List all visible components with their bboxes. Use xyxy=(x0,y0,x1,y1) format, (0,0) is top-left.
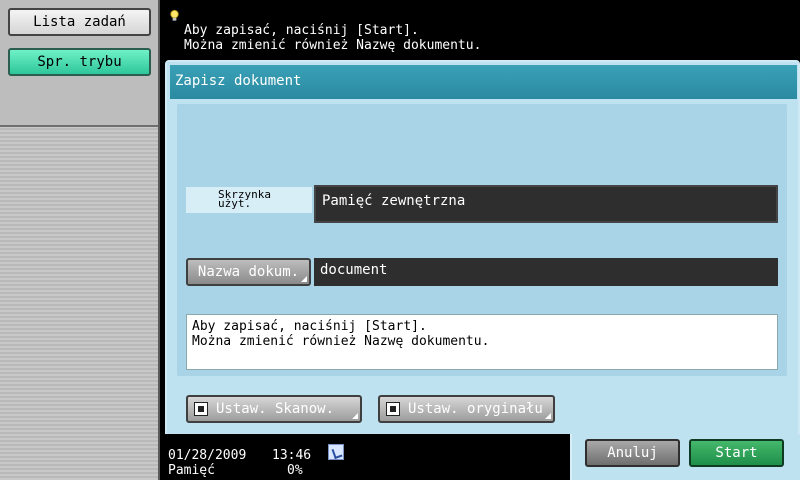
save-document-dialog: Zapisz dokument Skrzynka użyt. Pamięć ze… xyxy=(165,60,800,480)
left-top-panel: Lista zadań Spr. trybu xyxy=(0,0,158,127)
scan-settings-label: Ustaw. Skanow. xyxy=(216,401,335,417)
corner-indicator-icon xyxy=(301,276,307,282)
status-memory-value: 0% xyxy=(287,463,303,478)
user-box-value: Pamięć zewnętrzna xyxy=(314,185,778,223)
job-list-button[interactable]: Lista zadań xyxy=(8,8,151,36)
corner-indicator-icon xyxy=(352,413,358,419)
original-settings-button[interactable]: Ustaw. oryginału xyxy=(378,395,555,423)
top-message: Aby zapisać, naciśnij [Start]. Można zmi… xyxy=(168,8,788,68)
original-settings-icon xyxy=(386,402,400,416)
status-bar: 01/28/2009 13:46 Pamięć 0% xyxy=(160,434,570,480)
mode-check-button[interactable]: Spr. trybu xyxy=(8,48,151,76)
original-settings-label: Ustaw. oryginału xyxy=(408,401,543,417)
document-name-button-label: Nazwa dokum. xyxy=(197,264,300,280)
user-box-label: Skrzynka użyt. xyxy=(186,187,312,213)
status-memory-label: Pamięć xyxy=(168,463,215,478)
dialog-title: Zapisz dokument xyxy=(170,65,797,99)
corner-indicator-icon xyxy=(545,413,551,419)
document-name-button[interactable]: Nazwa dokum. xyxy=(186,258,311,286)
network-icon xyxy=(328,444,344,460)
cancel-button[interactable]: Anuluj xyxy=(585,439,680,467)
status-time: 13:46 xyxy=(272,448,312,463)
scan-settings-icon xyxy=(194,402,208,416)
scan-settings-button[interactable]: Ustaw. Skanow. xyxy=(186,395,362,423)
document-name-field: document xyxy=(314,258,778,286)
top-message-text: Aby zapisać, naciśnij [Start]. Można zmi… xyxy=(184,23,482,53)
status-date: 01/28/2009 xyxy=(168,448,247,463)
info-message-box: Aby zapisać, naciśnij [Start]. Można zmi… xyxy=(186,314,778,370)
start-button[interactable]: Start xyxy=(689,439,784,467)
left-panel: Lista zadań Spr. trybu xyxy=(0,0,160,480)
